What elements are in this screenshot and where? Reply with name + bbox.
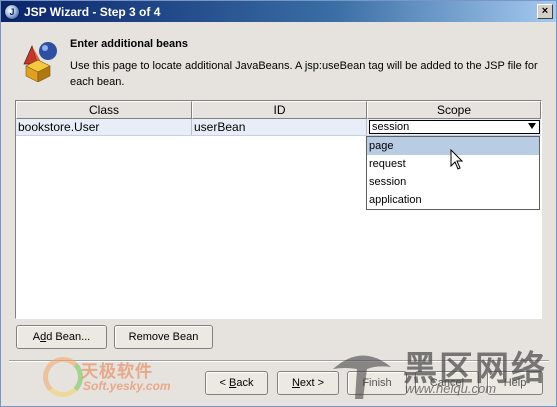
cell-id[interactable]: userBean <box>192 119 367 135</box>
column-header-id[interactable]: ID <box>192 101 367 119</box>
add-bean-label-rest: d Bean... <box>46 331 91 343</box>
window-title: JSP Wizard - Step 3 of 4 <box>24 4 161 19</box>
wizard-header: Enter additional beans Use this page to … <box>1 22 556 94</box>
cancel-button[interactable]: Cancel <box>415 371 479 395</box>
add-bean-label-a: A <box>32 331 41 343</box>
next-mnemonic: N <box>291 377 300 389</box>
page-description: Use this page to locate additional JavaB… <box>70 60 538 88</box>
help-button[interactable]: Help <box>487 371 543 395</box>
button-separator <box>9 360 549 362</box>
table-row[interactable]: bookstore.User userBean session <box>16 119 541 136</box>
scope-select-value: session <box>372 121 410 133</box>
jsp-wizard-window: J JSP Wizard - Step 3 of 4 × Enter addit… <box>0 0 557 407</box>
scope-dropdown-list[interactable]: page request session application <box>366 136 540 210</box>
column-header-class[interactable]: Class <box>16 101 192 119</box>
scope-option-application[interactable]: application <box>367 191 539 209</box>
app-icon: J <box>4 3 20 20</box>
back-label-rest: ack <box>236 377 254 389</box>
next-label-rest: ext > <box>299 377 325 389</box>
chevron-down-icon[interactable] <box>528 123 536 129</box>
close-button[interactable]: × <box>537 4 553 19</box>
title-bar[interactable]: J JSP Wizard - Step 3 of 4 × <box>1 1 556 22</box>
swirl-logo-icon <box>43 357 83 397</box>
back-label-arrow: < <box>219 377 229 389</box>
column-header-scope[interactable]: Scope <box>367 101 541 119</box>
scope-select[interactable]: session <box>369 120 540 134</box>
mouse-cursor-icon <box>450 149 464 170</box>
next-button[interactable]: Next > <box>277 371 339 395</box>
wizard-art-icon <box>23 42 57 82</box>
watermark-yesky: 天极软件 Soft.yesky.com <box>39 349 209 405</box>
scope-option-session[interactable]: session <box>367 173 539 191</box>
cell-scope[interactable]: session <box>367 119 541 135</box>
watermark-left-sub: Soft.yesky.com <box>83 379 171 393</box>
add-bean-button[interactable]: Add Bean... <box>16 325 107 349</box>
finish-button[interactable]: Finish <box>347 371 407 395</box>
remove-bean-button[interactable]: Remove Bean <box>114 325 213 349</box>
back-button[interactable]: < Back <box>205 371 268 395</box>
table-header: Class ID Scope <box>16 101 541 119</box>
cell-class[interactable]: bookstore.User <box>16 119 192 135</box>
page-title: Enter additional beans <box>70 38 188 50</box>
